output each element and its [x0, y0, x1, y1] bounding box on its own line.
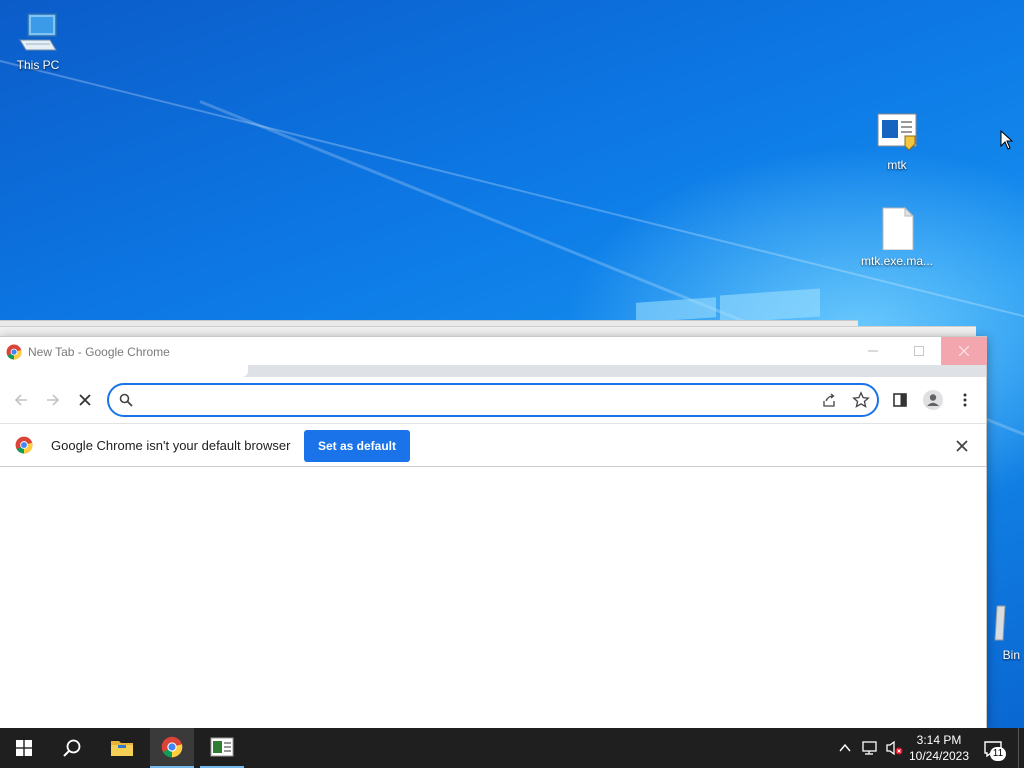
tab-strip [0, 365, 986, 377]
more-vertical-icon [963, 393, 967, 407]
desktop-icon-mtk-exe-manifest[interactable]: mtk.exe.ma... [859, 206, 935, 268]
profile-button[interactable] [919, 386, 947, 414]
computer-icon [16, 10, 60, 54]
clock-date: 10/24/2023 [908, 749, 970, 763]
window-title: New Tab - Google Chrome [28, 345, 170, 359]
address-bar[interactable] [107, 383, 879, 417]
side-panel-button[interactable] [886, 386, 914, 414]
arrow-right-icon [47, 394, 60, 406]
desktop-icon-label: mtk [887, 158, 907, 172]
wallpaper-windows-logo-pane [720, 288, 820, 324]
desktop-icon-mtk[interactable]: mtk [859, 110, 935, 172]
mouse-cursor-icon [1000, 130, 1014, 150]
mtk-app-icon [210, 737, 234, 757]
chevron-up-icon[interactable] [838, 741, 852, 755]
forward-button[interactable] [39, 386, 67, 414]
tab-new-tab[interactable] [0, 365, 248, 377]
close-icon[interactable] [954, 438, 970, 454]
wallpaper-windows-logo-pane [636, 297, 716, 323]
close-icon [79, 394, 91, 406]
stop-loading-button[interactable] [71, 386, 99, 414]
back-button[interactable] [7, 386, 35, 414]
notification-count-badge: 11 [990, 747, 1006, 761]
maximize-icon [914, 346, 924, 356]
chrome-icon [161, 736, 183, 758]
share-icon[interactable] [821, 392, 837, 408]
arrow-left-icon [14, 394, 27, 406]
bookmark-star-icon[interactable] [852, 391, 870, 409]
maximize-button[interactable] [896, 337, 942, 365]
windows-start-icon [16, 740, 32, 756]
menu-button[interactable] [951, 386, 979, 414]
chrome-window[interactable]: New Tab - Google Chrome Google Chrome is… [0, 336, 987, 729]
start-button[interactable] [0, 728, 48, 768]
infobar-message: Google Chrome isn't your default browser [51, 438, 291, 453]
taskbar-mtk[interactable] [200, 728, 244, 768]
clock-time: 3:14 PM [916, 733, 962, 747]
volume-muted-icon[interactable] [886, 740, 904, 756]
window-titlebar[interactable]: New Tab - Google Chrome [0, 337, 987, 367]
taskbar-chrome[interactable] [150, 728, 194, 768]
close-icon [959, 346, 969, 356]
default-browser-infobar: Google Chrome isn't your default browser… [0, 423, 986, 467]
address-input[interactable] [143, 390, 803, 410]
desktop-icon-label: This PC [16, 58, 60, 72]
file-explorer-icon [111, 741, 133, 756]
network-icon[interactable] [862, 740, 880, 756]
taskbar-file-explorer[interactable] [98, 728, 146, 768]
search-icon [119, 393, 133, 407]
chrome-icon [6, 344, 22, 360]
minimize-icon [868, 350, 878, 352]
show-desktop-button[interactable] [1018, 728, 1024, 768]
search-icon [63, 739, 81, 757]
wallpaper-light-beam [0, 40, 1024, 333]
mtk-app-icon [875, 110, 919, 154]
system-clock[interactable]: 3:14 PM 10/24/2023 [904, 732, 974, 764]
desktop-icon-this-pc[interactable]: This PC [0, 10, 76, 72]
browser-toolbar [0, 377, 986, 423]
taskbar-search-button[interactable] [48, 728, 96, 768]
file-icon [875, 206, 919, 251]
desktop-icon-label: mtk.exe.ma... [860, 254, 934, 268]
avatar-icon [923, 390, 943, 410]
chrome-icon [15, 436, 33, 454]
minimize-button[interactable] [850, 337, 896, 365]
close-button[interactable] [941, 337, 987, 365]
set-as-default-button[interactable]: Set as default [304, 430, 410, 462]
page-content-area[interactable] [0, 467, 986, 729]
taskbar: 3:14 PM 10/24/2023 11 [0, 728, 1024, 768]
side-panel-icon [893, 393, 907, 407]
